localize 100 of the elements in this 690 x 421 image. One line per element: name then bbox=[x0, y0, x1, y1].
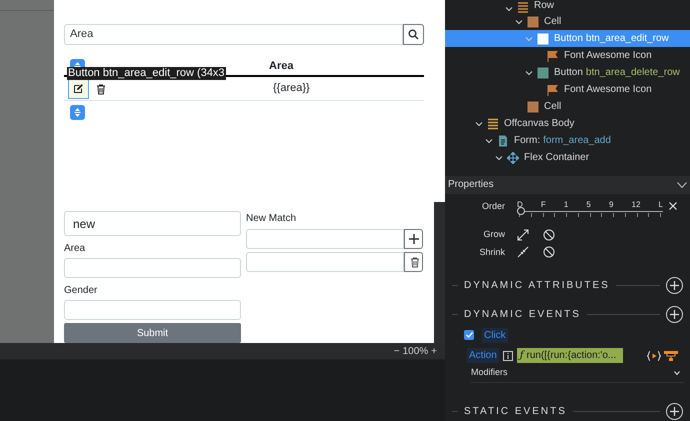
plus-icon bbox=[670, 310, 679, 320]
tree-label: Font Awesome Icon bbox=[564, 49, 652, 63]
input-field[interactable] bbox=[64, 300, 241, 320]
tick-label: 12 bbox=[632, 200, 640, 210]
tree-label: Font Awesome Icon bbox=[564, 83, 652, 97]
panel-title: Properties bbox=[448, 178, 494, 192]
element-tooltip: Button btn_area_edit_row (34x3 bbox=[67, 67, 226, 80]
trash-icon bbox=[408, 256, 418, 268]
tick-label: 9 bbox=[608, 200, 614, 210]
plus-icon bbox=[670, 280, 679, 290]
tree-label: Offcanvas Body bbox=[504, 117, 574, 131]
tree-item[interactable]: Form: form_area_add bbox=[445, 132, 690, 149]
tree-label: Button bbox=[554, 66, 583, 80]
tree-item[interactable]: Flex Container bbox=[445, 149, 690, 166]
chevron-down-icon bbox=[525, 68, 533, 76]
tree-item[interactable]: Font Awesome Icon bbox=[445, 81, 690, 98]
delete-button[interactable] bbox=[94, 82, 108, 96]
edit-button[interactable] bbox=[68, 78, 89, 98]
zoom-level: 100% bbox=[402, 344, 428, 358]
move-icon bbox=[507, 152, 519, 164]
input-field[interactable] bbox=[246, 252, 404, 272]
tree-item[interactable]: Cell bbox=[445, 98, 690, 115]
add-button[interactable] bbox=[404, 229, 423, 249]
tick-label: 5 bbox=[586, 200, 591, 210]
tick-label: F bbox=[540, 200, 546, 210]
input-field[interactable]: new bbox=[64, 211, 241, 236]
checkbox[interactable] bbox=[464, 330, 474, 340]
row-icon bbox=[517, 1, 529, 13]
tree-label: Form: bbox=[514, 134, 540, 148]
field-label: Area bbox=[64, 243, 86, 255]
tree-label: Cell bbox=[544, 15, 562, 29]
tree-item[interactable]: Cell bbox=[445, 13, 690, 30]
chevron-down-icon bbox=[495, 154, 503, 162]
table-cell-text: {{area}} bbox=[273, 81, 310, 96]
section-title: DYNAMIC EVENTS bbox=[464, 308, 581, 322]
close-icon bbox=[669, 202, 677, 210]
add-button[interactable] bbox=[666, 306, 683, 324]
chevron-down-icon bbox=[677, 182, 687, 188]
document-icon bbox=[497, 134, 509, 146]
delete-button[interactable] bbox=[404, 252, 423, 272]
search-icon bbox=[408, 29, 419, 40]
search-field[interactable]: Area bbox=[64, 24, 403, 45]
tree-label: Button bbox=[554, 32, 583, 46]
none-button[interactable] bbox=[543, 228, 555, 241]
add-button[interactable] bbox=[666, 402, 683, 420]
tree-label: Cell bbox=[544, 100, 562, 114]
square-icon bbox=[527, 16, 539, 28]
section-title: STATIC EVENTS bbox=[464, 404, 567, 419]
tick-label: D bbox=[517, 200, 523, 210]
action-field[interactable]: ƒ run([{run:{action:'o... bbox=[516, 348, 623, 364]
field-label: Grow bbox=[482, 228, 505, 241]
slider-thumb[interactable] bbox=[517, 206, 525, 215]
tree-item[interactable]: Button btn_area_delete_row bbox=[445, 64, 690, 81]
trash-icon bbox=[95, 82, 107, 94]
flag-icon bbox=[547, 50, 559, 62]
field-label: Gender bbox=[64, 285, 98, 297]
plus-icon bbox=[670, 406, 679, 416]
prohibited-icon bbox=[543, 228, 555, 241]
braces-icon bbox=[646, 350, 661, 361]
tree-label: Row bbox=[534, 0, 554, 13]
field-label: Order bbox=[480, 200, 505, 212]
zoom-out-button[interactable]: − bbox=[394, 344, 400, 358]
search-button[interactable] bbox=[403, 24, 424, 45]
chevron-down-icon bbox=[485, 136, 493, 144]
square-icon bbox=[537, 66, 549, 78]
move-handle[interactable] bbox=[70, 105, 85, 120]
element-id: btn_area_edit_row bbox=[586, 32, 669, 46]
tree-item[interactable]: Row bbox=[445, 0, 690, 13]
none-button[interactable] bbox=[543, 246, 555, 258]
grow-button[interactable] bbox=[517, 228, 529, 241]
info-icon bbox=[502, 350, 513, 361]
tree-item[interactable]: Font Awesome Icon bbox=[445, 47, 690, 64]
input-field[interactable] bbox=[64, 258, 241, 278]
tree-item[interactable]: Offcanvas Body bbox=[445, 115, 690, 132]
chevron-down-icon bbox=[525, 34, 533, 42]
prohibited-icon bbox=[543, 246, 555, 258]
shrink-button[interactable] bbox=[517, 246, 529, 258]
field-label: Action bbox=[467, 348, 499, 364]
modifiers-dropdown[interactable]: Modifiers bbox=[471, 366, 684, 383]
square-icon bbox=[527, 100, 539, 112]
input-field[interactable] bbox=[246, 229, 404, 249]
check-icon bbox=[466, 332, 472, 338]
arrows-icon bbox=[73, 107, 82, 118]
section-title: DYNAMIC ATTRIBUTES bbox=[464, 278, 610, 293]
zoom-in-button[interactable]: + bbox=[431, 344, 437, 358]
add-button[interactable] bbox=[666, 276, 683, 294]
element-id: btn_area_delete_row bbox=[586, 66, 680, 80]
edit-icon bbox=[73, 83, 84, 94]
flag-icon bbox=[547, 84, 559, 96]
tree-label: Flex Container bbox=[524, 151, 590, 165]
diagonal-arrows-icon bbox=[517, 228, 529, 241]
list-icon bbox=[487, 118, 499, 130]
submit-button[interactable]: Submit bbox=[64, 323, 241, 343]
tick-label: 1 bbox=[564, 200, 568, 210]
flow-icon bbox=[664, 350, 678, 361]
event-name: Click bbox=[482, 328, 508, 343]
square-icon bbox=[537, 32, 549, 44]
order-slider[interactable]: D F 1 5 9 12 L bbox=[517, 200, 663, 222]
element-id: form_area_add bbox=[543, 134, 611, 148]
field-label: Shrink bbox=[478, 246, 505, 259]
